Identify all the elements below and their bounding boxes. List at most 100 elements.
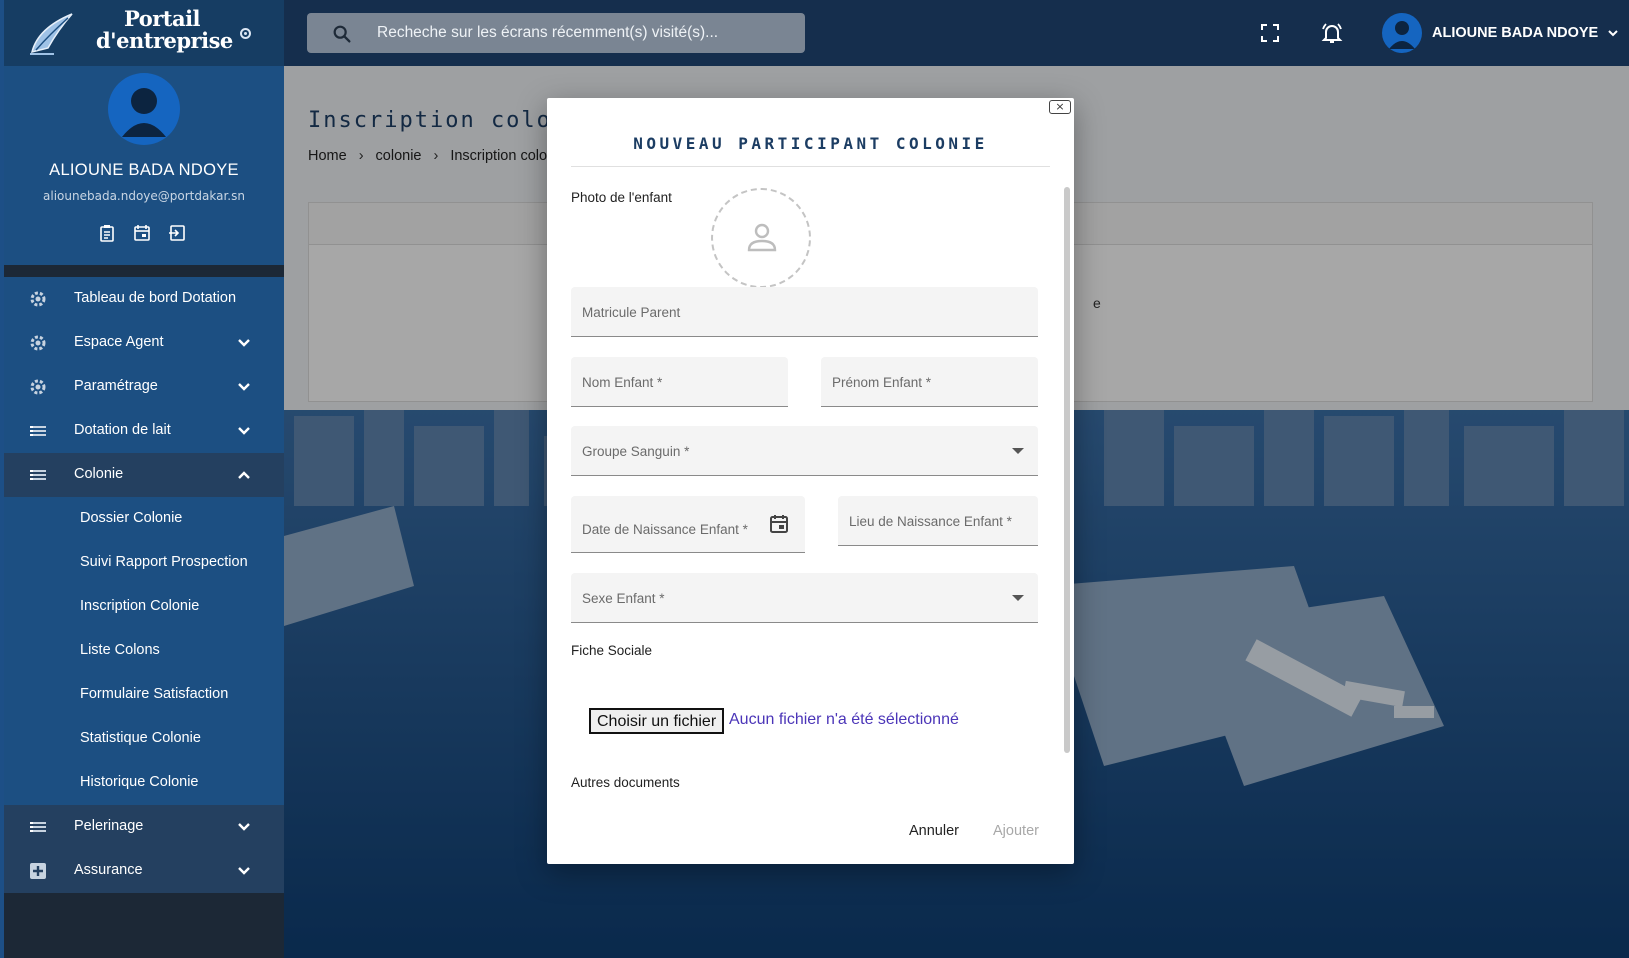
matricule-parent-field[interactable]: Matricule Parent	[571, 287, 1038, 337]
fullscreen-icon[interactable]	[1260, 23, 1280, 43]
new-participant-dialog: × NOUVEAU PARTICIPANT COLONIE Photo de l…	[547, 98, 1074, 864]
list-icon	[30, 470, 46, 480]
sidebar-item-label: Paramétrage	[74, 378, 158, 394]
sidebar-item-pelerinage[interactable]: Pelerinage	[4, 805, 284, 849]
user-menu[interactable]: ALIOUNE BADA NDOYE	[1382, 13, 1620, 53]
groupe-sanguin-select[interactable]: Groupe Sanguin *	[571, 426, 1038, 476]
field-label: Nom Enfant *	[582, 375, 663, 390]
dropdown-arrow-icon	[1012, 595, 1024, 601]
scrollbar[interactable]	[1064, 187, 1070, 753]
chevron-down-icon	[238, 823, 250, 831]
sidebar-menu: Tableau de bord Dotation Espace Agent Pa…	[4, 277, 284, 893]
submenu-item-label: Historique Colonie	[80, 774, 199, 790]
chevron-down-icon	[1608, 30, 1618, 37]
calendar-icon[interactable]	[133, 224, 151, 242]
divider	[571, 166, 1050, 167]
nom-enfant-field[interactable]: Nom Enfant *	[571, 357, 788, 407]
notification-bell-icon[interactable]	[1320, 21, 1344, 45]
file-status: Aucun fichier n'a été sélectionné	[729, 711, 959, 728]
close-button[interactable]: ×	[1049, 100, 1071, 114]
submenu-item-liste-colons[interactable]: Liste Colons	[4, 629, 284, 673]
submenu-item-dossier-colonie[interactable]: Dossier Colonie	[4, 497, 284, 541]
avatar	[1382, 13, 1422, 53]
fiche-sociale-label: Fiche Sociale	[571, 643, 653, 658]
submenu-item-label: Liste Colons	[80, 642, 160, 658]
date-naissance-field[interactable]: Date de Naissance Enfant *	[571, 496, 805, 553]
chevron-up-icon	[238, 471, 250, 479]
field-label: Lieu de Naissance Enfant *	[849, 514, 1012, 529]
submenu-item-label: Suivi Rapport Prospection	[80, 554, 248, 570]
field-label: Prénom Enfant *	[832, 375, 932, 390]
sidebar-item-colonie[interactable]: Colonie	[4, 453, 284, 497]
submenu-item-label: Statistique Colonie	[80, 730, 201, 746]
sidebar: Portail d'entreprise ALIOUNE BADA NDOYE …	[4, 0, 284, 958]
sidebar-item-label: Colonie	[74, 466, 124, 482]
list-icon	[30, 426, 46, 436]
list-icon	[30, 822, 46, 832]
field-label: Matricule Parent	[582, 305, 681, 320]
colonie-submenu: Dossier Colonie Suivi Rapport Prospectio…	[4, 497, 284, 805]
brand-title-line1: Portail	[123, 6, 201, 31]
logout-icon[interactable]	[168, 224, 186, 242]
cancel-button[interactable]: Annuler	[899, 820, 969, 842]
submenu-item-historique-colonie[interactable]: Historique Colonie	[4, 761, 284, 805]
user-icon	[1389, 21, 1415, 49]
chevron-down-icon	[238, 339, 250, 347]
submenu-item-suivi-rapport-prospection[interactable]: Suivi Rapport Prospection	[4, 541, 284, 585]
sidebar-item-parametrage[interactable]: Paramétrage	[4, 365, 284, 409]
sidebar-toggle-icon[interactable]	[240, 28, 251, 39]
plus-box-icon	[30, 863, 46, 879]
sidebar-item-label: Assurance	[74, 862, 143, 878]
brand: Portail d'entreprise	[4, 0, 284, 66]
sidebar-item-assurance[interactable]: Assurance	[4, 849, 284, 893]
gear-icon	[30, 291, 46, 307]
photo-upload[interactable]	[711, 188, 811, 288]
autres-documents-label: Autres documents	[571, 775, 680, 790]
brand-title: Portail d'entreprise	[96, 6, 233, 53]
chevron-down-icon	[238, 383, 250, 391]
submenu-item-label: Dossier Colonie	[80, 510, 183, 526]
photo-label: Photo de l'enfant	[571, 190, 672, 205]
clipboard-icon[interactable]	[98, 224, 116, 242]
person-placeholder-icon	[747, 223, 777, 252]
submenu-item-formulaire-satisfaction[interactable]: Formulaire Satisfaction	[4, 673, 284, 717]
brand-title-line2: d'entreprise	[96, 28, 233, 53]
sidebar-item-dotation-de-lait[interactable]: Dotation de lait	[4, 409, 284, 453]
sidebar-item-label: Tableau de bord Dotation	[74, 290, 237, 306]
sidebar-item-label: Pelerinage	[74, 818, 144, 834]
dialog-title: NOUVEAU PARTICIPANT COLONIE	[633, 134, 988, 153]
field-label: Sexe Enfant *	[582, 591, 665, 606]
submenu-item-label: Formulaire Satisfaction	[80, 686, 229, 702]
search-input[interactable]	[377, 22, 787, 44]
submenu-item-statistique-colonie[interactable]: Statistique Colonie	[4, 717, 284, 761]
profile-avatar	[108, 73, 180, 145]
field-label: Groupe Sanguin *	[582, 444, 690, 459]
sidebar-item-tableau-de-bord-dotation[interactable]: Tableau de bord Dotation	[4, 277, 284, 321]
submenu-item-inscription-colonie[interactable]: Inscription Colonie	[4, 585, 284, 629]
gear-icon	[30, 335, 46, 351]
chevron-down-icon	[238, 427, 250, 435]
sidebar-item-label: Dotation de lait	[74, 422, 171, 438]
add-button[interactable]: Ajouter	[981, 820, 1051, 842]
lieu-naissance-field[interactable]: Lieu de Naissance Enfant *	[838, 496, 1038, 546]
profile-email: aliounebada.ndoye@portdakar.sn	[43, 189, 245, 203]
user-icon	[122, 88, 166, 137]
sidebar-item-label: Espace Agent	[74, 334, 164, 350]
sidebar-profile: ALIOUNE BADA NDOYE aliounebada.ndoye@por…	[4, 66, 284, 265]
sexe-enfant-select[interactable]: Sexe Enfant *	[571, 573, 1038, 623]
submenu-item-label: Inscription Colonie	[80, 598, 200, 614]
user-name: ALIOUNE BADA NDOYE	[1432, 25, 1599, 41]
calendar-icon[interactable]	[769, 514, 789, 534]
topbar: ALIOUNE BADA NDOYE	[284, 0, 1629, 66]
profile-name: ALIOUNE BADA NDOYE	[49, 161, 239, 179]
chevron-down-icon	[238, 867, 250, 875]
search-bar	[307, 13, 805, 53]
dropdown-arrow-icon	[1012, 448, 1024, 454]
logo-icon	[30, 13, 73, 55]
choose-file-button[interactable]: Choisir un fichier	[589, 708, 725, 734]
field-label: Date de Naissance Enfant *	[582, 522, 748, 537]
sidebar-item-espace-agent[interactable]: Espace Agent	[4, 321, 284, 365]
search-icon	[333, 25, 351, 43]
prenom-enfant-field[interactable]: Prénom Enfant *	[821, 357, 1038, 407]
gear-icon	[30, 379, 46, 395]
